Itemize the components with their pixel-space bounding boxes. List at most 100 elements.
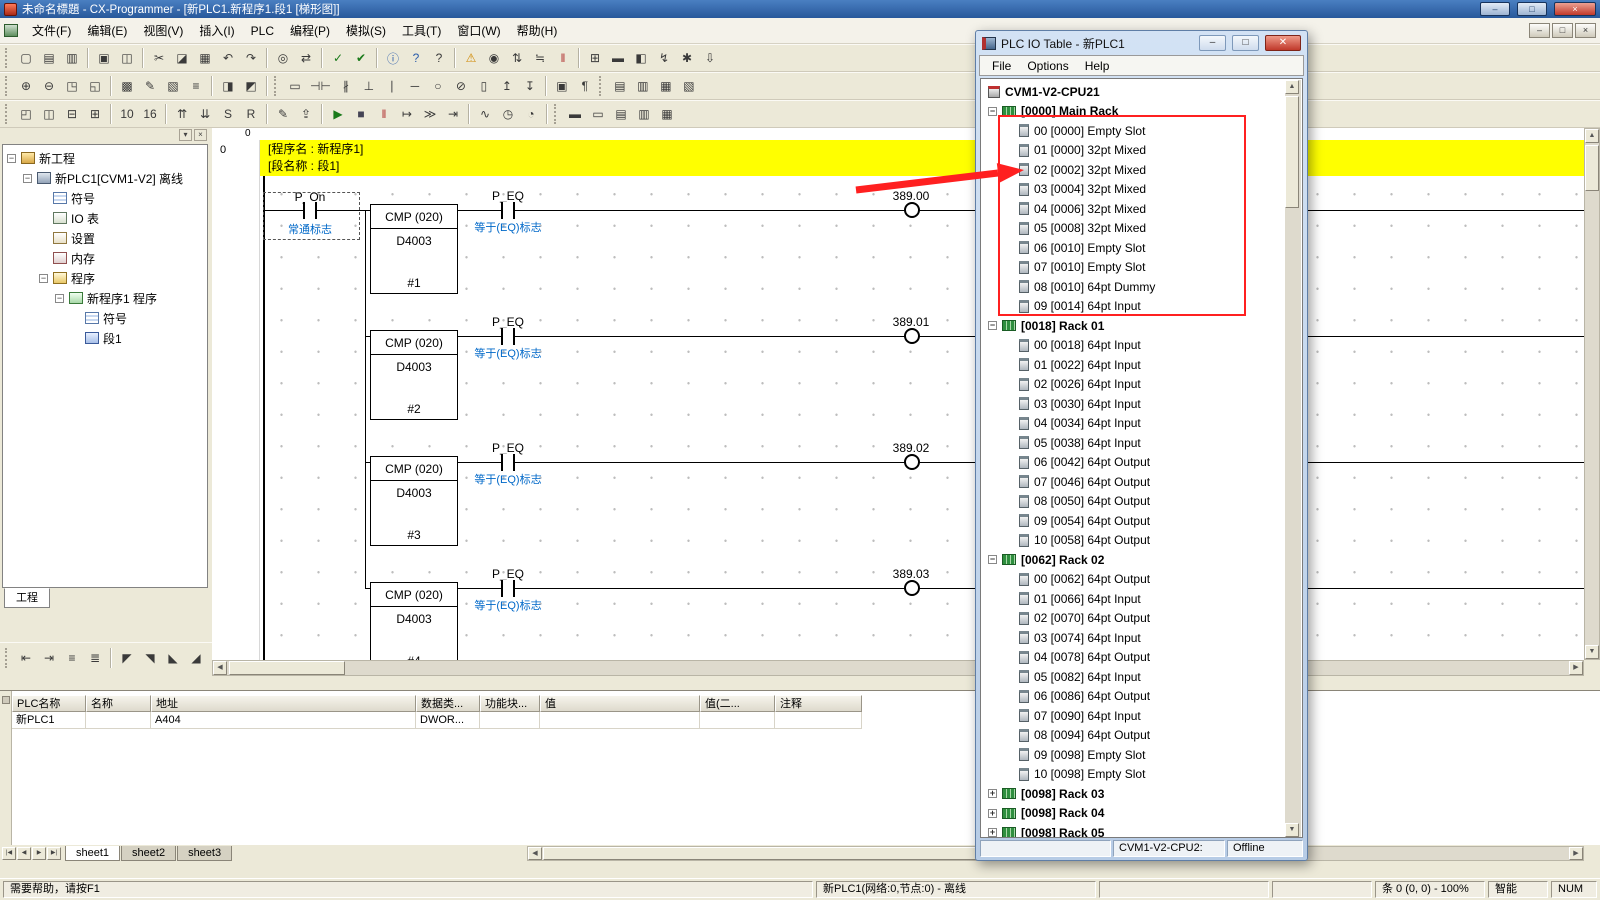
tree-item-io-table[interactable]: IO 表	[3, 208, 207, 228]
toolbar-copy-button[interactable]: ◪	[171, 48, 193, 69]
toolbar-grid-button[interactable]: ▩	[116, 76, 138, 97]
io-tree-item[interactable]: 01 [0066] 64pt Input	[982, 589, 1285, 609]
io-tree-item[interactable]: 00 [0018] 64pt Input	[982, 336, 1285, 356]
toolbar-monitor-button[interactable]: ◧	[630, 48, 652, 69]
toolbar-find-button[interactable]: ◎	[272, 48, 294, 69]
watch-cell[interactable]	[775, 712, 862, 729]
next-sheet-button[interactable]: ▶	[32, 847, 46, 860]
io-tree-item[interactable]: −[0062] Rack 02	[982, 550, 1285, 570]
toolbar-options-button[interactable]: ✱	[676, 48, 698, 69]
tree-expander-icon[interactable]: −	[55, 294, 64, 303]
io-tree-item[interactable]: 01 [0022] 64pt Input	[982, 355, 1285, 375]
scroll-left-icon[interactable]: ◀	[528, 847, 542, 860]
toolbar-new-coil-button[interactable]: ○	[427, 76, 449, 97]
toolbar-open-button[interactable]: ▤	[38, 48, 60, 69]
io-tree-item[interactable]: 07 [0010] Empty Slot	[982, 258, 1285, 278]
toolbar-pause-mode-button[interactable]: ‖	[373, 104, 395, 125]
toolbar-diff-button[interactable]: ≒	[529, 48, 551, 69]
toolbar-print-preview-button[interactable]: ◫	[116, 48, 138, 69]
output-coil[interactable]	[904, 202, 920, 218]
tree-expander-icon[interactable]: +	[988, 809, 997, 818]
toolbar-rung-comment-button[interactable]: ≡	[61, 647, 83, 668]
toolbar-zoom-fit-button[interactable]: ◳	[61, 76, 83, 97]
toolbar-memory-view-2-button[interactable]: ▭	[587, 104, 609, 125]
toolbar-monitor-in-rung-button[interactable]: ◨	[217, 76, 239, 97]
menu-edit[interactable]: 编辑(E)	[79, 18, 135, 43]
eq-contact[interactable]	[501, 328, 515, 345]
tree-expander-icon[interactable]: +	[988, 828, 997, 837]
toolbar-cut-button[interactable]: ✂	[148, 48, 170, 69]
toolbar-io-table-button[interactable]: ⊞	[584, 48, 606, 69]
vertical-scroll-thumb[interactable]	[1285, 96, 1299, 208]
menu-window[interactable]: 窗口(W)	[449, 18, 508, 43]
toolbar-view-symbol-table-button[interactable]: ▥	[632, 76, 654, 97]
io-vertical-scrollbar[interactable]: ▲ ▼	[1285, 80, 1301, 837]
toolbar-step-continue-button[interactable]: ≫	[419, 104, 441, 125]
panel-close-button[interactable]: ×	[194, 129, 207, 141]
io-minimize-button[interactable]: –	[1199, 35, 1226, 51]
tree-item-project-root[interactable]: −新工程	[3, 148, 207, 168]
io-menu-help[interactable]: Help	[1077, 57, 1118, 75]
watch-cell[interactable]	[480, 712, 540, 729]
io-tree-item[interactable]: 06 [0042] 64pt Output	[982, 453, 1285, 473]
watch-cell[interactable]: DWOR...	[416, 712, 480, 729]
io-tree-item[interactable]: 02 [0002] 32pt Mixed	[982, 160, 1285, 180]
io-tree-item[interactable]: 03 [0074] 64pt Input	[982, 628, 1285, 648]
toolbar-vertical-line-button[interactable]: ∣	[381, 76, 403, 97]
tab-sheet3[interactable]: sheet3	[177, 846, 232, 861]
io-tree-item[interactable]: 08 [0094] 64pt Output	[982, 726, 1285, 746]
tab-sheet2[interactable]: sheet2	[121, 846, 176, 861]
toolbar-time-chart-button[interactable]: ◷	[497, 104, 519, 125]
tree-expander-icon[interactable]: −	[23, 174, 32, 183]
io-tree-item[interactable]: 05 [0038] 64pt Input	[982, 433, 1285, 453]
io-tree-item[interactable]: 01 [0000] 32pt Mixed	[982, 141, 1285, 161]
ladder-horizontal-scrollbar[interactable]: ◀ ▶	[212, 660, 1584, 676]
tree-item-settings[interactable]: 设置	[3, 228, 207, 248]
toolbar-paste-button[interactable]: ▦	[194, 48, 216, 69]
io-tree-item[interactable]: 00 [0062] 64pt Output	[982, 570, 1285, 590]
toolbar-set-bit-button[interactable]: S	[217, 104, 239, 125]
tree-item-memory[interactable]: 内存	[3, 248, 207, 268]
io-maximize-button[interactable]: □	[1232, 35, 1259, 51]
toolbar-run-mode-button[interactable]: ▶	[327, 104, 349, 125]
tree-expander-icon[interactable]: −	[988, 555, 997, 564]
io-tree-item[interactable]: +[0098] Rack 05	[982, 823, 1285, 837]
toolbar-connect-up-left-button[interactable]: ◤	[116, 647, 138, 668]
io-tree-item[interactable]: 10 [0058] 64pt Output	[982, 531, 1285, 551]
watch-cell[interactable]	[700, 712, 775, 729]
io-tree-item[interactable]: 00 [0000] Empty Slot	[982, 121, 1285, 141]
scroll-up-icon[interactable]: ▲	[1585, 129, 1599, 143]
io-tree-item[interactable]: +[0098] Rack 04	[982, 804, 1285, 824]
io-tree-item[interactable]: +[0098] Rack 03	[982, 784, 1285, 804]
mdi-child-icon[interactable]	[4, 24, 18, 37]
toolbar-context-help-button[interactable]: ?	[428, 48, 450, 69]
toolbar-memory-view-3-button[interactable]: ▤	[610, 104, 632, 125]
prev-sheet-button[interactable]: ◀	[17, 847, 31, 860]
tree-item-section1[interactable]: 段1	[3, 328, 207, 348]
vertical-scroll-thumb[interactable]	[1585, 145, 1599, 191]
toolbar-plc-memory-button[interactable]: ▬	[607, 48, 629, 69]
toolbar-save-button[interactable]: ▥	[61, 48, 83, 69]
toolbar-error-list-button[interactable]: ⚠	[460, 48, 482, 69]
toolbar-compile-all-button[interactable]: ✔	[350, 48, 372, 69]
project-pane-tab[interactable]: 工程	[4, 588, 50, 608]
toolbar-undo-button[interactable]: ↶	[217, 48, 239, 69]
io-tree-item[interactable]: 03 [0004] 32pt Mixed	[982, 180, 1285, 200]
instruction-block[interactable]: CMP (020)D4003#2	[370, 330, 458, 420]
instruction-block[interactable]: CMP (020)D4003#4	[370, 582, 458, 660]
toolbar-arrange-icons-button[interactable]: ⊞	[84, 104, 106, 125]
io-tree-item[interactable]: 07 [0046] 64pt Output	[982, 472, 1285, 492]
toolbar-cascade-windows-button[interactable]: ◰	[15, 104, 37, 125]
tree-item-plc1[interactable]: −新PLC1[CVM1-V2] 离线	[3, 168, 207, 188]
tree-expander-icon[interactable]: −	[7, 154, 16, 163]
io-tree-item[interactable]: 06 [0086] 64pt Output	[982, 687, 1285, 707]
menu-file[interactable]: 文件(F)	[24, 18, 79, 43]
instruction-block[interactable]: CMP (020)D4003#3	[370, 456, 458, 546]
toolbar-stop-mode-button[interactable]: ■	[350, 104, 372, 125]
toolbar-view-cross-ref-button[interactable]: ▧	[678, 76, 700, 97]
toolbar-insert-rung-below-button[interactable]: ⇥	[38, 647, 60, 668]
last-sheet-button[interactable]: ▶|	[47, 847, 61, 860]
io-close-button[interactable]: ✕	[1265, 35, 1301, 51]
toolbar-falling-contact-button[interactable]: ↧	[519, 76, 541, 97]
toolbar-connect-down-right-button[interactable]: ◢	[185, 647, 207, 668]
